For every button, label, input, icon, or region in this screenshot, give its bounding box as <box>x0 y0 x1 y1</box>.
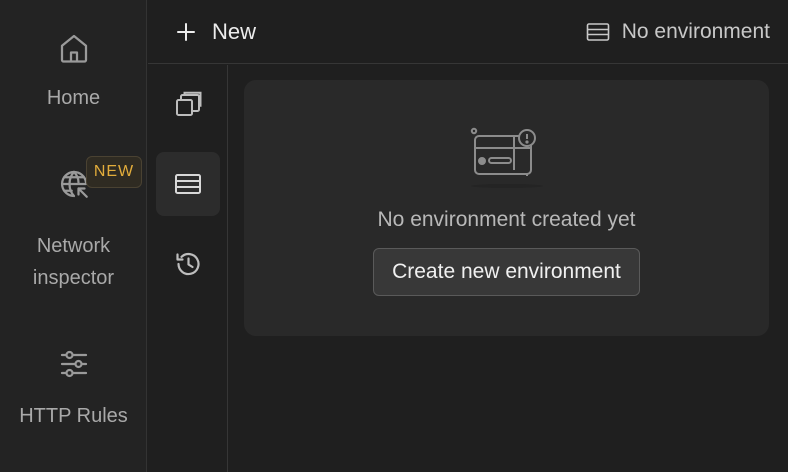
left-navigation: Home Network inspector NEW HTTP Rules <box>0 0 147 472</box>
top-bar: New No environment <box>148 0 788 64</box>
environments-icon <box>175 174 201 194</box>
nav-rules-label: HTTP Rules <box>19 405 128 427</box>
main-panel: No environment created yet Create new en… <box>229 65 788 472</box>
collections-button[interactable] <box>156 73 220 137</box>
sliders-icon <box>60 350 87 378</box>
new-button-label: New <box>212 18 257 44</box>
environment-selector-label: No environment <box>621 19 770 43</box>
secondary-rail <box>148 65 228 472</box>
nav-item-home[interactable]: Home <box>0 30 147 114</box>
plus-icon <box>177 22 195 41</box>
empty-environment-illustration-icon <box>470 127 543 188</box>
collections-icon <box>176 91 202 116</box>
create-environment-button[interactable]: Create new environment <box>373 248 640 296</box>
empty-state-message: No environment created yet <box>377 208 636 231</box>
nav-network-label: Network inspector <box>32 235 115 289</box>
history-icon <box>176 252 200 276</box>
nav-home-label: Home <box>46 87 101 109</box>
environment-selector[interactable]: No environment <box>586 20 770 44</box>
app-window: Home Network inspector NEW HTTP Rules Ne… <box>0 0 788 472</box>
new-button[interactable]: New <box>176 19 256 45</box>
history-button[interactable] <box>156 232 220 296</box>
home-icon <box>60 34 87 63</box>
new-badge: NEW <box>86 156 142 188</box>
environment-icon <box>586 22 610 41</box>
environments-button[interactable] <box>156 152 220 216</box>
nav-item-http-rules[interactable]: HTTP Rules <box>0 346 147 432</box>
empty-state-card: No environment created yet Create new en… <box>244 80 769 336</box>
